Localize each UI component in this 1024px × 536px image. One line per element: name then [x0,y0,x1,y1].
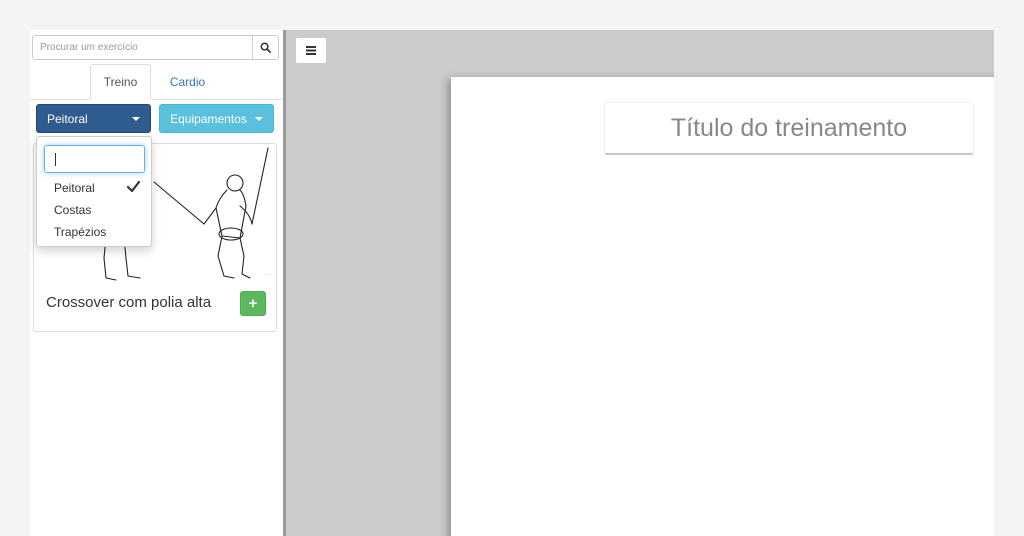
muscle-dropdown-menu: Peitoral Costas Trapézios [36,136,152,247]
workspace-canvas: Título do treinamento [286,30,994,536]
workout-title-field[interactable]: Título do treinamento [604,102,974,155]
search-button[interactable] [252,35,279,60]
equipment-filter-button[interactable]: Equipamentos [159,104,274,133]
sidebar: Treino Cardio Peitoral Equipamentos [30,30,283,536]
equipment-filter-label: Equipamentos [170,111,247,126]
tab-cardio[interactable]: Cardio [155,64,220,100]
tab-treino[interactable]: Treino [90,64,151,100]
search-input[interactable] [32,35,252,60]
check-icon [127,181,140,192]
caret-down-icon [254,116,263,121]
image-credit: ····· [265,272,272,277]
dropdown-option-costas[interactable]: Costas [54,203,91,217]
menu-toggle-button[interactable] [295,37,327,64]
caret-down-icon [132,116,140,121]
workout-sheet: Título do treinamento [451,77,994,536]
search-bar [32,35,279,60]
add-exercise-button[interactable]: + [240,291,266,316]
dropdown-filter-input[interactable] [44,145,145,173]
muscle-filter-button[interactable]: Peitoral [36,104,151,133]
muscle-filter-label: Peitoral [47,111,88,126]
dropdown-option-peitoral[interactable]: Peitoral [54,181,95,195]
text-cursor [55,152,56,166]
hamburger-icon [306,46,316,55]
exercise-name: Crossover com polia alta [46,294,212,311]
dropdown-option-trapezios[interactable]: Trapézios [54,225,106,239]
search-icon [260,42,271,53]
